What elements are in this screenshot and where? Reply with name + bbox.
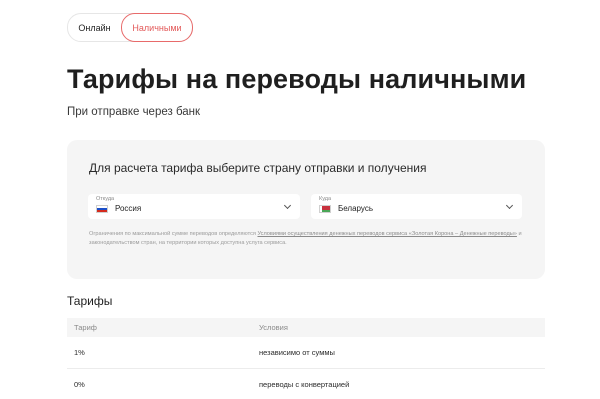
table-row: 0% переводы с конвертацией — [67, 369, 545, 399]
to-country-select[interactable]: Куда Беларусь — [311, 194, 522, 219]
tariffs-heading: Тарифы — [67, 294, 113, 308]
chevron-down-icon — [505, 201, 514, 210]
from-caption: Откуда — [96, 196, 115, 202]
to-caption: Куда — [319, 196, 332, 202]
chevron-down-icon — [283, 201, 292, 210]
transfer-type-tabs: Онлайн Наличными — [67, 13, 193, 42]
flag-belarus-icon — [319, 205, 331, 213]
page-subtitle: При отправке через банк — [67, 106, 201, 118]
table-header: Тариф Условия — [67, 318, 545, 337]
disclaimer-text: Ограничения по максимальной сумме перево… — [89, 231, 258, 237]
rate-cell: 1% — [74, 348, 85, 357]
from-country-value: Россия — [115, 204, 142, 213]
limits-disclaimer: Ограничения по максимальной сумме перево… — [89, 230, 529, 247]
column-header-rate: Тариф — [74, 323, 97, 332]
rate-cell: 0% — [74, 380, 85, 389]
to-country-value: Беларусь — [338, 204, 373, 213]
condition-cell: независимо от суммы — [259, 348, 335, 357]
from-country-select[interactable]: Откуда Россия — [88, 194, 300, 219]
page-title: Тарифы на переводы наличными — [67, 64, 527, 94]
calculator-heading: Для расчета тарифа выберите страну отпра… — [89, 161, 427, 175]
table-row: 1% независимо от суммы — [67, 337, 545, 369]
tab-cash[interactable]: Наличными — [121, 13, 193, 42]
condition-cell: переводы с конвертацией — [259, 380, 350, 389]
tariff-table: Тариф Условия 1% независимо от суммы 0% … — [67, 318, 545, 399]
tab-online[interactable]: Онлайн — [68, 14, 121, 41]
column-header-condition: Условия — [259, 323, 288, 332]
transfer-terms-link[interactable]: Условиями осуществления денежных перевод… — [257, 231, 516, 237]
flag-russia-icon — [96, 205, 108, 213]
tariff-calculator-panel: Для расчета тарифа выберите страну отпра… — [67, 140, 545, 279]
